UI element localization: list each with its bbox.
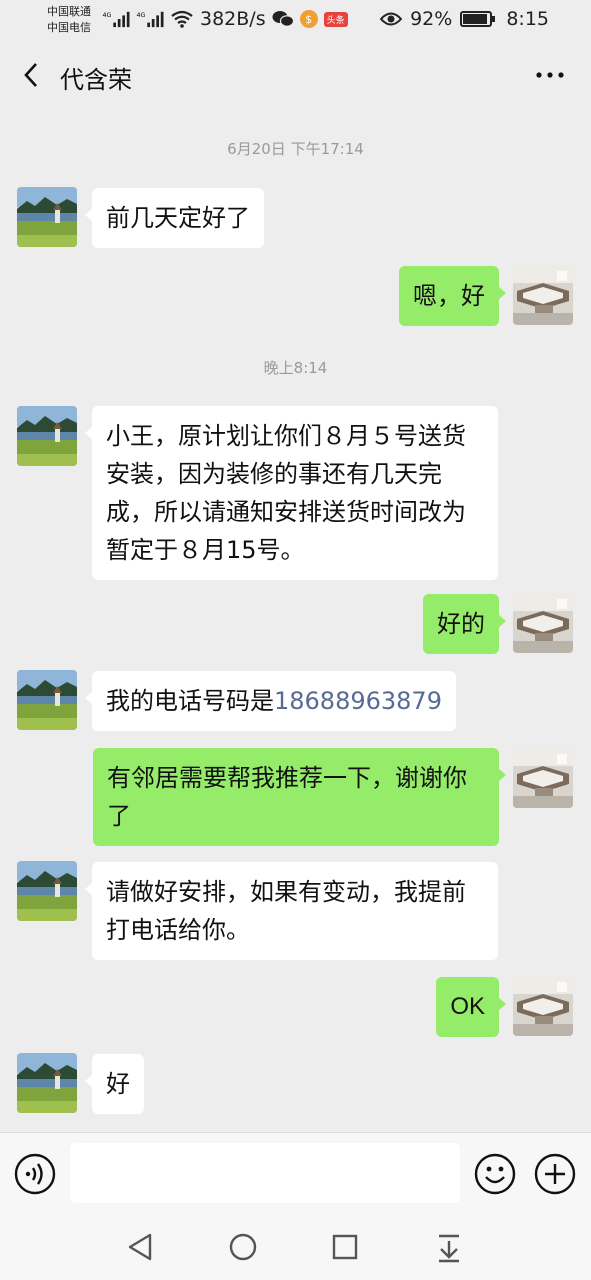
message-outgoing[interactable]: 有邻居需要帮我推荐一下，谢谢你了 xyxy=(93,748,506,846)
message-outgoing[interactable]: 好的 xyxy=(423,594,506,654)
contact-avatar[interactable] xyxy=(17,187,77,247)
my-avatar[interactable] xyxy=(513,265,573,325)
message-text: 好的 xyxy=(437,610,485,638)
message-incoming[interactable]: 好 xyxy=(85,1054,144,1114)
message-outgoing[interactable]: 嗯，好 xyxy=(399,266,506,326)
toutiao-notify-icon: 头条 xyxy=(323,11,348,27)
voice-icon[interactable] xyxy=(14,1153,56,1195)
chat-header: 代含荣 xyxy=(0,40,591,110)
emoji-icon[interactable] xyxy=(474,1153,516,1195)
nav-back-icon[interactable] xyxy=(124,1230,158,1264)
phone-number-link[interactable]: 18688963879 xyxy=(274,687,442,715)
message-incoming[interactable]: 我的电话号码是18688963879 xyxy=(85,671,456,731)
carrier-2: 中国电信 xyxy=(47,21,91,34)
wechat-notify-icon xyxy=(272,11,294,27)
contact-avatar[interactable] xyxy=(17,861,77,921)
message-incoming[interactable]: 小王，原计划让你们８月５号送货安装，因为装修的事还有几天完成，所以请通知安排送货… xyxy=(85,406,498,580)
contact-avatar[interactable] xyxy=(17,670,77,730)
message-outgoing[interactable]: OK xyxy=(436,977,506,1037)
message-incoming[interactable]: 请做好安排，如果有变动，我提前打电话给你。 xyxy=(85,862,498,960)
nav-notification-icon[interactable] xyxy=(432,1230,466,1264)
message-text: 我的电话号码是 xyxy=(106,687,274,715)
my-avatar[interactable] xyxy=(513,748,573,808)
status-mid: 382B/s $ 头条 xyxy=(170,8,348,30)
message-input[interactable] xyxy=(70,1143,460,1203)
app-notify-icon: $ xyxy=(299,10,318,28)
carrier-info: 中国联通 中国电信 xyxy=(47,4,91,36)
contact-avatar[interactable] xyxy=(17,1053,77,1113)
message-text: 好 xyxy=(106,1070,130,1098)
my-avatar[interactable] xyxy=(513,593,573,653)
battery-percent: 92% xyxy=(410,8,453,30)
eye-icon xyxy=(380,12,403,26)
message-text: 有邻居需要帮我推荐一下，谢谢你了 xyxy=(107,764,467,830)
battery-icon xyxy=(460,11,496,27)
chat-title: 代含荣 xyxy=(60,66,132,94)
net1-label: 4G xyxy=(103,12,112,19)
plus-icon[interactable] xyxy=(534,1153,576,1195)
wifi-icon xyxy=(171,10,193,28)
signal-icon-1: 4G xyxy=(103,11,130,28)
nav-recents-icon[interactable] xyxy=(328,1230,362,1264)
message-text: OK xyxy=(450,993,485,1020)
timestamp-1: 6月20日 下午17:14 xyxy=(227,140,364,158)
carrier-1: 中国联通 xyxy=(47,5,91,18)
status-right: 92% 8:15 xyxy=(380,8,549,30)
contact-avatar[interactable] xyxy=(17,406,77,466)
message-text: 请做好安排，如果有变动，我提前打电话给你。 xyxy=(106,878,466,944)
network-speed: 382B/s xyxy=(200,8,266,30)
input-bar xyxy=(0,1132,591,1215)
message-text: 小王，原计划让你们８月５号送货安装，因为装修的事还有几天完成，所以请通知安排送货… xyxy=(106,422,466,564)
net2-label: 4G xyxy=(137,12,146,19)
my-avatar[interactable] xyxy=(513,976,573,1036)
clock: 8:15 xyxy=(506,8,549,30)
nav-home-icon[interactable] xyxy=(226,1230,260,1264)
system-nav-bar xyxy=(0,1214,591,1280)
message-incoming[interactable]: 前几天定好了 xyxy=(85,188,264,248)
more-icon[interactable] xyxy=(535,62,565,88)
timestamp-2: 晚上8:14 xyxy=(263,359,328,377)
message-text: 嗯，好 xyxy=(413,282,485,310)
status-bar: 中国联通 中国电信 4G 4G 382B/s $ 头条 92% 8:15 xyxy=(0,0,591,40)
signal-icon-2: 4G xyxy=(137,11,164,28)
back-arrow-icon[interactable] xyxy=(18,58,48,92)
message-text: 前几天定好了 xyxy=(106,204,250,232)
